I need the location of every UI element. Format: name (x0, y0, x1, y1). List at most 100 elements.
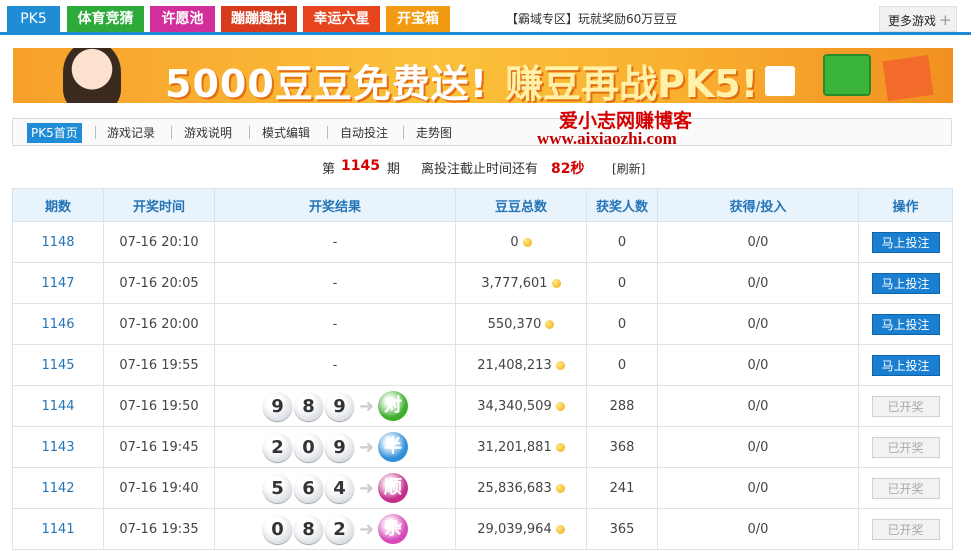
table-row: 1145 07-16 19:55 - 21,408,213 0 0/0 马上投注 (12, 344, 953, 386)
total-cell: 25,836,683 (455, 467, 587, 509)
result-cell: 0 8 2 ➜ 杂 (214, 508, 456, 550)
total-value: 34,340,509 (477, 398, 552, 414)
more-games-button[interactable]: 更多游戏 + (879, 6, 957, 32)
result-type-badge: 顺 (378, 473, 409, 503)
table-row: 1144 07-16 19:50 9 8 9 ➜ 对 34,340,509 288 0/0 已开奖 (12, 385, 953, 427)
period-cell[interactable]: 1144 (12, 385, 104, 427)
period-cell[interactable]: 1148 (12, 221, 104, 263)
period-cell[interactable]: 1145 (12, 344, 104, 386)
drawn-button[interactable]: 已开奖 (871, 436, 940, 458)
tab-wishing-pool[interactable]: 许愿池 (150, 6, 215, 32)
tab-sports[interactable]: 体育竞猜 (67, 6, 144, 32)
number-ball: 8 (293, 391, 323, 421)
period-cell[interactable]: 1141 (12, 508, 104, 550)
period-prefix: 第 (322, 162, 336, 177)
winners-cell: 0 (586, 344, 658, 386)
period-cell[interactable]: 1147 (12, 262, 104, 304)
header-action: 操作 (858, 188, 953, 222)
nav-divider (327, 126, 328, 139)
promo-notice[interactable]: 【霸域专区】玩就奖励60万豆豆 (506, 10, 677, 27)
action-cell: 已开奖 (858, 467, 953, 509)
result-type-badge: 杂 (378, 514, 409, 544)
total-cell: 34,340,509 (455, 385, 587, 427)
nav-pk5-home[interactable]: PK5首页 (27, 123, 82, 143)
coin-icon (555, 483, 565, 493)
table-row: 1142 07-16 19:40 5 6 4 ➜ 顺 25,836,683 241 0/0 已开奖 (12, 467, 953, 509)
number-ball: 5 (262, 473, 292, 503)
nav-game-records[interactable]: 游戏记录 (107, 123, 155, 143)
tab-pk5[interactable]: PK5 (7, 6, 60, 32)
coin-icon (555, 524, 565, 534)
nav-trend-chart[interactable]: 走势图 (416, 123, 452, 143)
action-cell: 马上投注 (858, 344, 953, 386)
number-ball: 8 (293, 514, 323, 544)
deadline-label: 离投注截止时间还有 (421, 162, 539, 177)
number-ball: 2 (262, 432, 292, 462)
tab-lucky-six[interactable]: 幸运六星 (303, 6, 380, 32)
total-cell: 31,201,881 (455, 426, 587, 468)
winners-cell: 241 (586, 467, 658, 509)
period-cell[interactable]: 1142 (12, 467, 104, 509)
action-cell: 马上投注 (858, 262, 953, 304)
bet-now-button[interactable]: 马上投注 (871, 231, 940, 253)
total-value: 0 (510, 234, 519, 250)
model-image (63, 48, 121, 103)
number-ball: 0 (293, 432, 323, 462)
number-ball: 9 (324, 391, 354, 421)
bag-image (823, 54, 871, 96)
number-ball: 9 (324, 432, 354, 462)
tab-underline (0, 32, 971, 35)
action-cell: 已开奖 (858, 426, 953, 468)
result-cell: - (214, 303, 456, 345)
tab-treasure[interactable]: 开宝箱 (386, 6, 450, 32)
time-cell: 07-16 20:10 (103, 221, 215, 263)
time-cell: 07-16 19:40 (103, 467, 215, 509)
bet-now-button[interactable]: 马上投注 (871, 313, 940, 335)
nav-auto-bet[interactable]: 自动投注 (340, 123, 388, 143)
total-cell: 29,039,964 (455, 508, 587, 550)
result-type-badge: 对 (378, 391, 409, 421)
table-row: 1143 07-16 19:45 2 0 9 ➜ 半 31,201,881 368 0/0 已开奖 (12, 426, 953, 468)
table-row: 1146 07-16 20:00 - 550,370 0 0/0 马上投注 (12, 303, 953, 345)
refresh-link[interactable]: [刷新] (612, 160, 645, 177)
time-cell: 07-16 19:45 (103, 426, 215, 468)
drawn-button[interactable]: 已开奖 (871, 477, 940, 499)
tab-bounce[interactable]: 蹦蹦趣拍 (221, 6, 297, 32)
total-cell: 21,408,213 (455, 344, 587, 386)
number-ball: 9 (262, 391, 292, 421)
nav-mode-edit[interactable]: 模式编辑 (262, 123, 310, 143)
winners-cell: 0 (586, 262, 658, 304)
period-cell[interactable]: 1146 (12, 303, 104, 345)
ratio-cell: 0/0 (657, 262, 859, 304)
ratio-cell: 0/0 (657, 385, 859, 427)
result-dash: - (332, 234, 338, 250)
period-cell[interactable]: 1143 (12, 426, 104, 468)
bet-now-button[interactable]: 马上投注 (871, 354, 940, 376)
nav-divider (403, 126, 404, 139)
winners-cell: 0 (586, 303, 658, 345)
bet-now-button[interactable]: 马上投注 (871, 272, 940, 294)
drawn-button[interactable]: 已开奖 (871, 395, 940, 417)
coin-icon (522, 237, 532, 247)
winners-cell: 365 (586, 508, 658, 550)
banner-subline: 赚豆再战PK5! (505, 62, 759, 103)
action-cell: 已开奖 (858, 508, 953, 550)
ratio-cell: 0/0 (657, 344, 859, 386)
promo-banner[interactable]: 5000豆豆免费送! 赚豆再战PK5! (13, 48, 953, 103)
time-cell: 07-16 20:00 (103, 303, 215, 345)
time-cell: 07-16 19:50 (103, 385, 215, 427)
header-total: 豆豆总数 (455, 188, 587, 222)
total-value: 21,408,213 (477, 357, 552, 373)
pk5-subnav: PK5首页 游戏记录 游戏说明 模式编辑 自动投注 走势图 (12, 118, 952, 146)
ratio-cell: 0/0 (657, 303, 859, 345)
nav-game-instructions[interactable]: 游戏说明 (184, 123, 232, 143)
time-cell: 07-16 20:05 (103, 262, 215, 304)
arrow-right-icon: ➜ (358, 477, 375, 499)
drawn-button[interactable]: 已开奖 (871, 518, 940, 540)
ratio-cell: 0/0 (657, 221, 859, 263)
winners-cell: 0 (586, 221, 658, 263)
total-value: 550,370 (487, 316, 542, 332)
result-cell: - (214, 221, 456, 263)
giftbox-image (882, 54, 934, 102)
banner-headline: 5000豆豆免费送! (165, 62, 489, 103)
